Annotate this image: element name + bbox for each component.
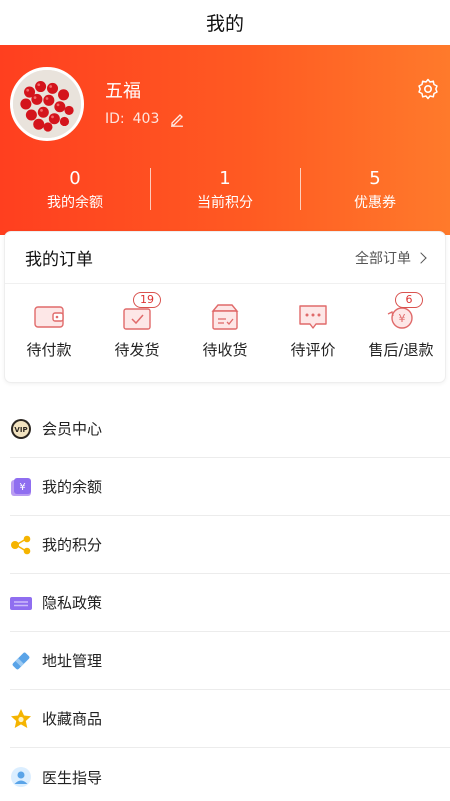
profile-header: 五福 ID: 403 0 我的余额 1 当前积分 5 优惠券 [0, 45, 450, 235]
favorite-icon [10, 708, 32, 730]
user-name: 五福 [105, 81, 141, 102]
user-id: ID: 403 [105, 111, 185, 127]
avatar-image [13, 70, 81, 138]
order-label: 待发货 [114, 341, 160, 359]
all-orders-link[interactable]: 全部订单 [355, 248, 427, 268]
order-label: 待评价 [290, 341, 336, 359]
menu-item-points[interactable]: 我的积分 [10, 516, 450, 574]
stat-value: 5 [369, 168, 381, 189]
address-icon [10, 650, 32, 672]
order-label: 待收货 [202, 341, 248, 359]
menu-item-balance[interactable]: ¥ 我的余额 [10, 458, 450, 516]
count-badge: 6 [395, 292, 423, 308]
privacy-icon [10, 592, 32, 614]
orders-card: 我的订单 全部订单 待付款 19 待发货 待收货 待评价 6 ¥ 售后/退款 [4, 231, 446, 383]
menu-label: 会员中心 [42, 420, 103, 438]
vip-icon: VIP [10, 418, 32, 440]
order-pending-review[interactable]: 待评价 [269, 284, 357, 382]
stat-value: 1 [219, 168, 231, 189]
settings-gear-icon[interactable] [416, 77, 440, 101]
count-badge: 19 [133, 292, 161, 308]
menu-item-doctor[interactable]: 医生指导 [10, 748, 450, 801]
menu-label: 我的余额 [42, 478, 103, 496]
menu-item-vip[interactable]: VIP 会员中心 [10, 400, 450, 458]
stat-coupons[interactable]: 5 优惠券 [300, 168, 450, 216]
menu-item-address[interactable]: 地址管理 [10, 632, 450, 690]
doctor-icon [10, 766, 32, 788]
wallet-icon [34, 306, 64, 328]
svg-text:VIP: VIP [14, 426, 27, 434]
stat-points[interactable]: 1 当前积分 [150, 168, 300, 216]
stat-label: 我的余额 [47, 195, 103, 211]
stats-bar: 0 我的余额 1 当前积分 5 优惠券 [0, 168, 450, 216]
order-after-sale[interactable]: 6 ¥ 售后/退款 [357, 284, 445, 382]
order-label: 待付款 [26, 341, 72, 359]
user-id-value: 403 [132, 111, 160, 127]
stat-value: 0 [69, 168, 81, 189]
page-title: 我的 [0, 0, 450, 45]
stat-label: 当前积分 [197, 195, 253, 211]
user-id-label: ID: [105, 111, 125, 127]
menu-label: 隐私政策 [42, 594, 103, 612]
chevron-right-icon [415, 251, 427, 264]
menu-list: VIP 会员中心 ¥ 我的余额 我的积分 隐私政策 地址管理 收藏商品 医生指导 [10, 400, 450, 801]
edit-icon[interactable] [169, 111, 185, 127]
avatar[interactable] [10, 67, 84, 141]
svg-text:¥: ¥ [19, 482, 25, 493]
menu-label: 我的积分 [42, 536, 103, 554]
order-status-row: 待付款 19 待发货 待收货 待评价 6 ¥ 售后/退款 [5, 284, 445, 382]
stat-balance[interactable]: 0 我的余额 [0, 168, 150, 216]
menu-item-favorites[interactable]: 收藏商品 [10, 690, 450, 748]
package-icon [211, 304, 239, 330]
svg-text:¥: ¥ [399, 312, 406, 325]
comment-icon [299, 305, 327, 329]
menu-label: 收藏商品 [42, 710, 103, 728]
stat-label: 优惠券 [354, 195, 396, 211]
orders-header: 我的订单 全部订单 [5, 232, 445, 284]
menu-label: 医生指导 [42, 768, 103, 787]
order-pending-payment[interactable]: 待付款 [5, 284, 93, 382]
menu-item-privacy[interactable]: 隐私政策 [10, 574, 450, 632]
menu-label: 地址管理 [42, 652, 103, 670]
order-label: 售后/退款 [368, 341, 434, 359]
points-icon [10, 534, 32, 556]
balance-icon: ¥ [10, 476, 32, 498]
orders-title: 我的订单 [25, 250, 93, 270]
all-orders-label: 全部订单 [355, 250, 411, 267]
order-pending-shipment[interactable]: 19 待发货 [93, 284, 181, 382]
order-pending-receipt[interactable]: 待收货 [181, 284, 269, 382]
